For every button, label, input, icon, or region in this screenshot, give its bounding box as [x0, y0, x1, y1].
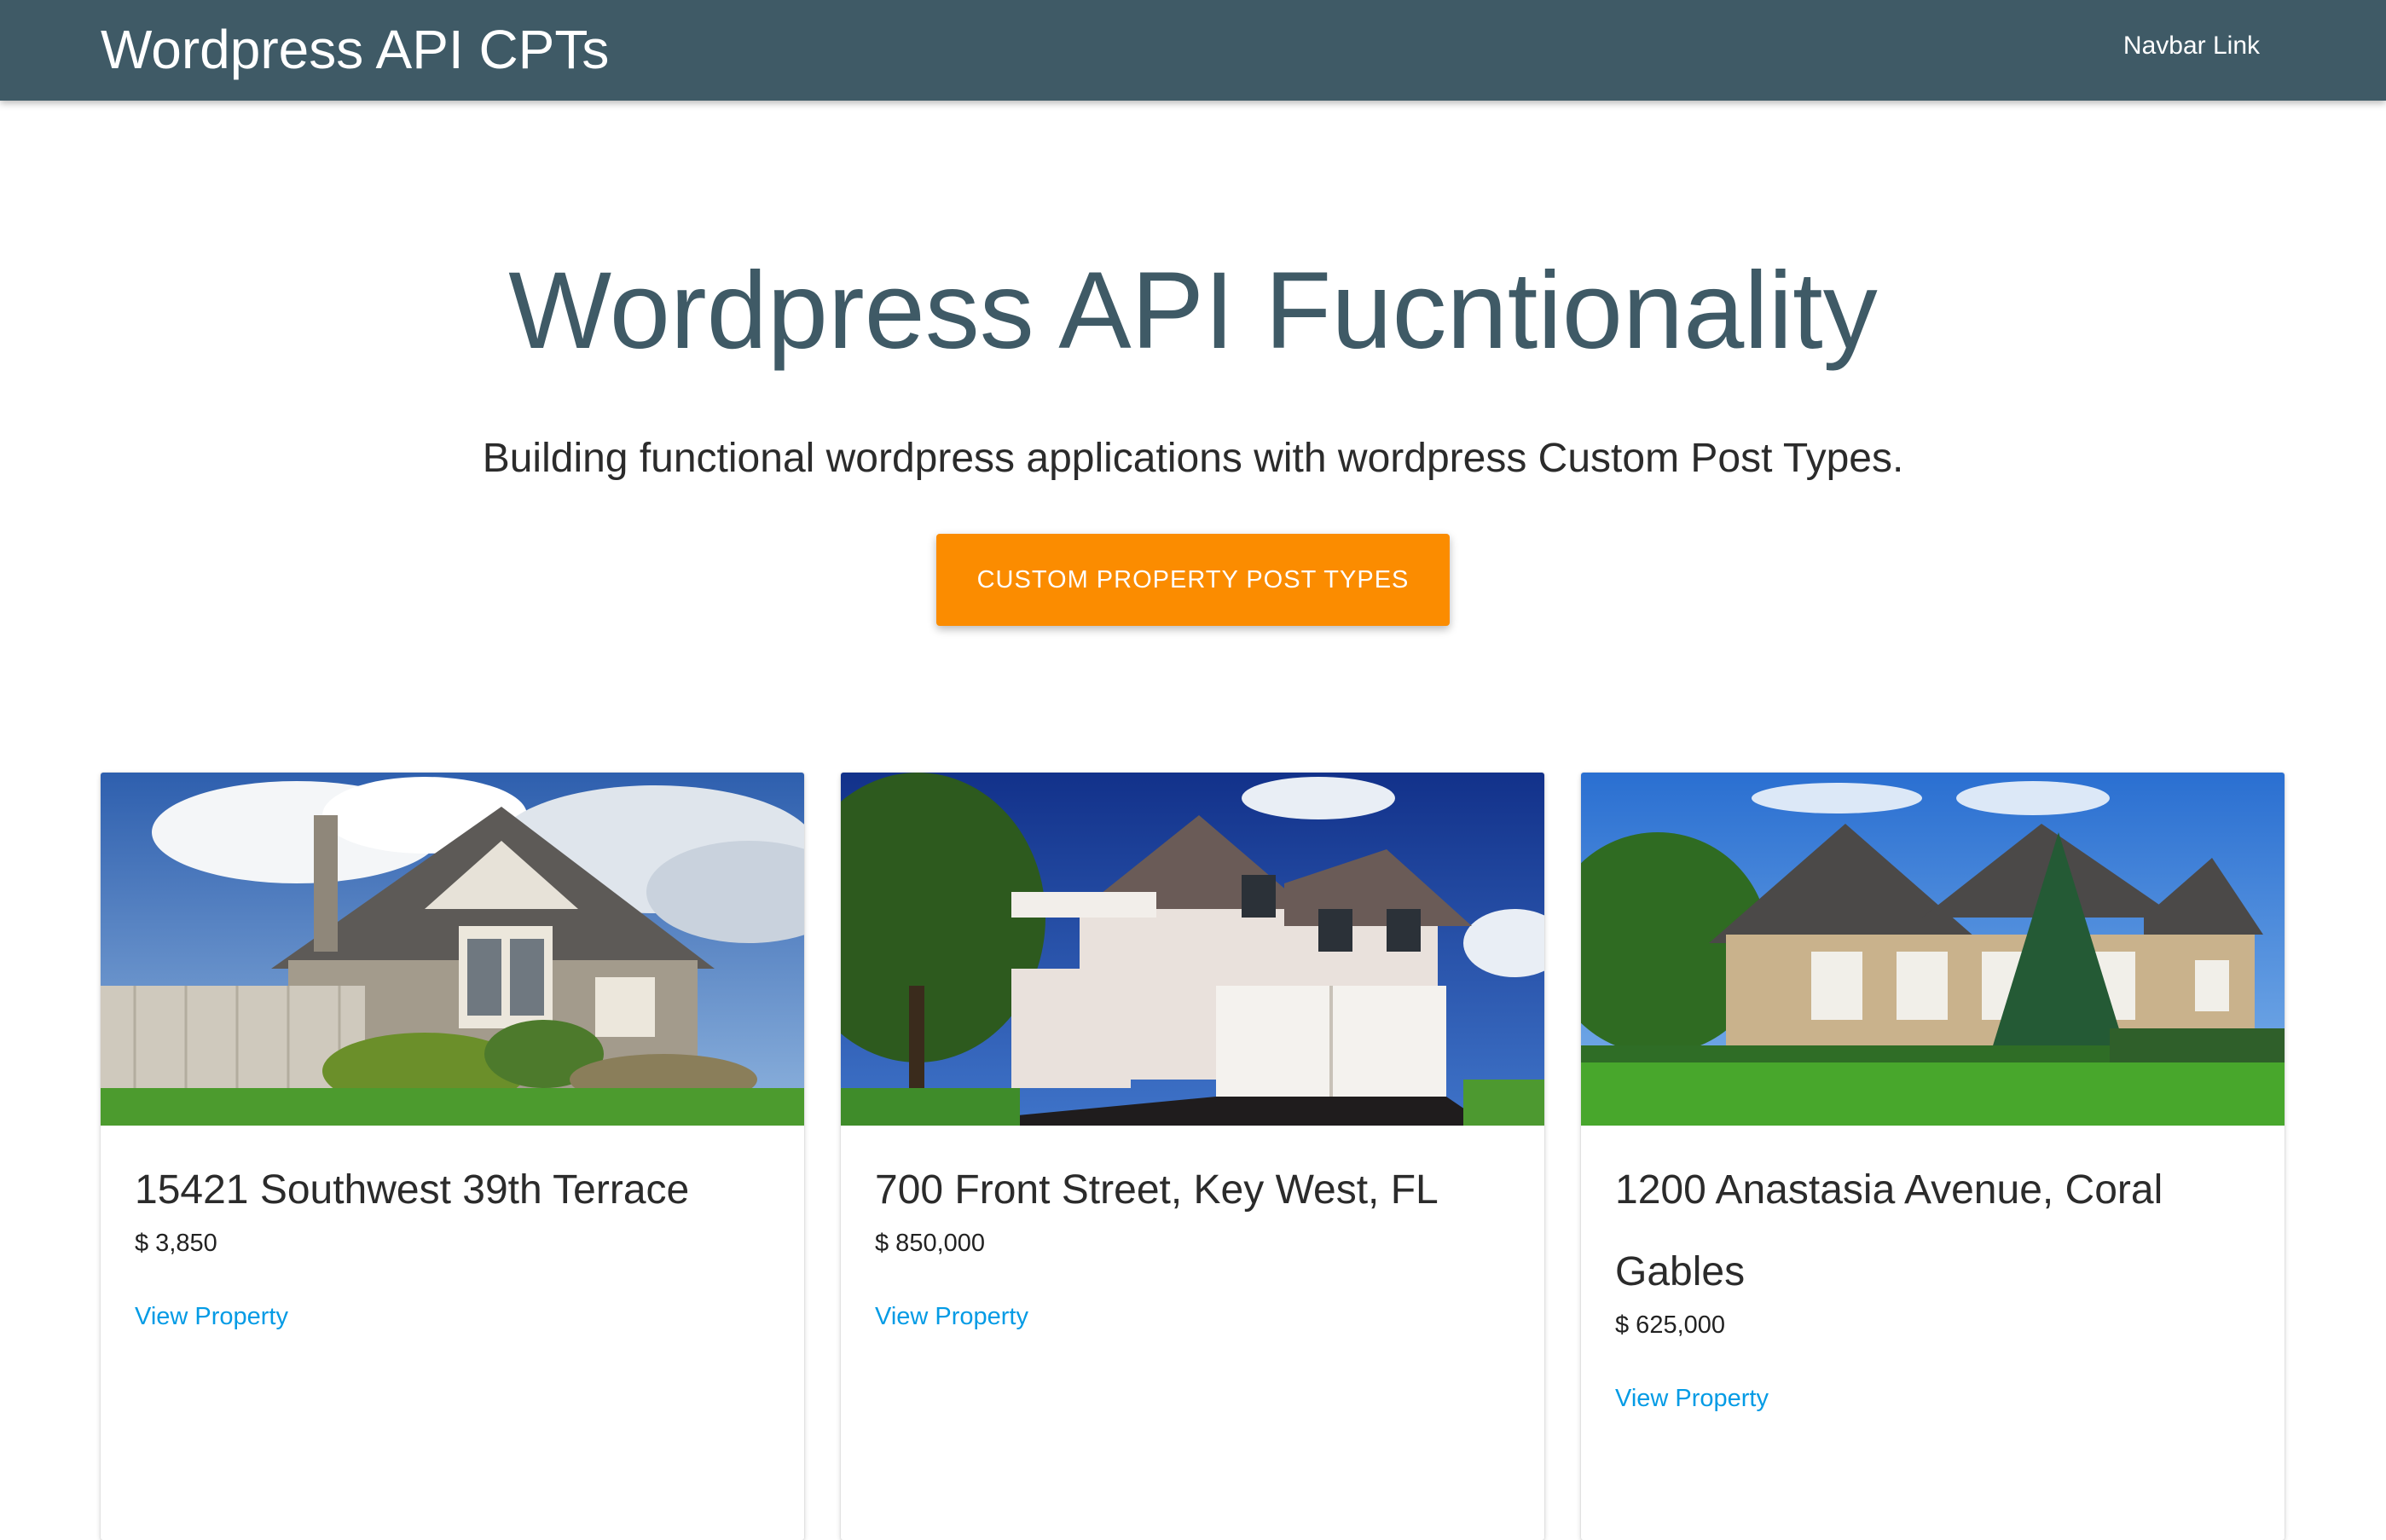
property-title: 1200 Anastasia Avenue, Coral Gables [1615, 1167, 2163, 1294]
hero-title: Wordpress API Fucntionality [508, 250, 1878, 372]
property-title: 700 Front Street, Key West, FL [875, 1167, 1439, 1213]
property-price: $ 625,000 [1615, 1311, 1726, 1339]
property-title: 15421 Southwest 39th Terrace [135, 1167, 690, 1213]
hero-subtitle: Building functional wordpress applicatio… [482, 436, 1904, 481]
property-image [841, 773, 1544, 1126]
brand-logo[interactable]: Wordpress API CPTs [101, 15, 609, 84]
navbar: Wordpress API CPTs Navbar Link [0, 0, 2386, 101]
property-image [101, 773, 804, 1126]
view-property-link[interactable]: View Property [135, 1300, 288, 1334]
view-property-link[interactable]: View Property [1615, 1381, 1769, 1416]
property-card: 700 Front Street, Key West, FL $ 850,000… [841, 773, 1544, 1540]
property-card: 1200 Anastasia Avenue, Coral Gables $ 62… [1581, 773, 2285, 1540]
view-property-link[interactable]: View Property [875, 1300, 1028, 1334]
property-card: 15421 Southwest 39th Terrace $ 3,850 Vie… [101, 773, 804, 1540]
property-image [1581, 773, 2285, 1126]
custom-property-post-types-button[interactable]: CUSTOM PROPERTY POST TYPES [936, 534, 1450, 626]
navbar-link[interactable]: Navbar Link [2123, 29, 2260, 63]
